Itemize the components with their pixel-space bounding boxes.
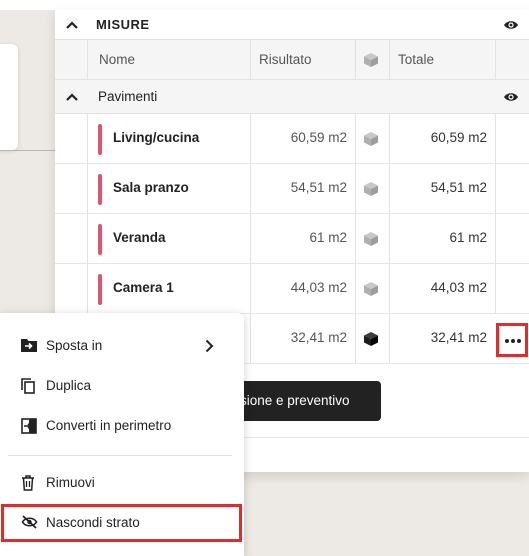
section-header-misure[interactable]: MISURE — [55, 10, 529, 40]
column-divider — [495, 114, 496, 163]
dot — [511, 339, 515, 343]
column-divider — [495, 40, 496, 79]
column-divider — [250, 314, 251, 363]
dot — [505, 339, 509, 343]
top-bar-background — [0, 0, 529, 10]
menu-item-label: Duplica — [46, 378, 92, 393]
menu-item-label: Sposta in — [46, 338, 103, 353]
menu-item-label: Rimuovi — [46, 475, 95, 490]
column-divider — [389, 40, 390, 79]
background-card — [0, 44, 18, 150]
row-total: 61 m2 — [449, 230, 487, 245]
row-name: Sala pranzo — [113, 180, 189, 195]
table-header: Nome Risultato Totale — [55, 40, 529, 80]
row-result: 60,59 m2 — [290, 130, 347, 145]
row-result: 61 m2 — [309, 230, 347, 245]
more-options-button[interactable] — [496, 323, 528, 357]
row-total: 44,03 m2 — [430, 280, 487, 295]
highlight-frame — [1, 504, 242, 542]
column-divider — [355, 314, 356, 363]
column-divider — [250, 40, 251, 79]
column-divider — [355, 114, 356, 163]
row-name: Living/cucina — [113, 130, 200, 145]
table-row[interactable]: Living/cucina 60,59 m2 60,59 m2 — [55, 114, 529, 164]
column-divider — [355, 214, 356, 263]
cube-icon[interactable] — [363, 331, 379, 347]
table-row[interactable]: Veranda 61 m2 61 m2 — [55, 214, 529, 264]
cube-icon — [364, 53, 378, 67]
column-header-totale[interactable]: Totale — [398, 52, 434, 67]
column-header-risultato[interactable]: Risultato — [259, 52, 312, 67]
menu-item-label: Converti in perimetro — [46, 418, 172, 433]
folder-move-icon — [21, 339, 37, 352]
column-divider — [250, 114, 251, 163]
column-divider — [495, 214, 496, 263]
background-divider — [0, 150, 56, 151]
row-name: Veranda — [113, 230, 166, 245]
section-title: MISURE — [96, 17, 150, 32]
column-divider — [495, 264, 496, 313]
eye-icon[interactable] — [503, 19, 519, 31]
dot — [517, 339, 521, 343]
layer-color-bar — [98, 274, 102, 305]
cube-icon[interactable] — [363, 181, 379, 197]
column-divider — [355, 40, 356, 79]
column-header-nome[interactable]: Nome — [99, 52, 135, 67]
table-row[interactable]: Camera 1 44,03 m2 44,03 m2 — [55, 264, 529, 314]
menu-divider — [8, 455, 232, 456]
menu-item-duplica[interactable]: Duplica — [0, 366, 244, 406]
action-button-label: isione e preventivo — [237, 393, 350, 408]
group-name: Pavimenti — [98, 89, 158, 104]
row-total: 32,41 m2 — [430, 330, 487, 345]
copy-icon — [21, 378, 35, 394]
convert-icon — [21, 418, 37, 434]
column-divider — [389, 164, 390, 213]
layer-color-bar — [98, 124, 102, 155]
row-result: 54,51 m2 — [290, 180, 347, 195]
layer-color-bar — [98, 174, 102, 205]
layer-color-bar — [98, 224, 102, 255]
column-divider — [87, 164, 88, 213]
column-divider — [389, 114, 390, 163]
column-divider — [87, 264, 88, 313]
cube-icon[interactable] — [363, 281, 379, 297]
column-divider — [355, 264, 356, 313]
row-name: Camera 1 — [113, 280, 174, 295]
column-divider — [389, 214, 390, 263]
menu-item-converti-in-perimetro[interactable]: Converti in perimetro — [0, 406, 244, 446]
cube-icon[interactable] — [363, 131, 379, 147]
column-divider — [87, 40, 88, 79]
column-divider — [389, 264, 390, 313]
chevron-up-icon[interactable] — [66, 93, 78, 101]
group-row-pavimenti[interactable]: Pavimenti — [55, 80, 529, 114]
column-divider — [87, 114, 88, 163]
menu-item-sposta-in[interactable]: Sposta in — [0, 326, 244, 366]
column-divider — [250, 164, 251, 213]
column-divider — [355, 164, 356, 213]
column-divider — [389, 314, 390, 363]
chevron-right-icon — [205, 339, 214, 353]
row-total: 60,59 m2 — [430, 130, 487, 145]
row-result: 32,41 m2 — [290, 330, 347, 345]
column-divider — [495, 164, 496, 213]
menu-item-rimuovi[interactable]: Rimuovi — [0, 463, 244, 503]
column-divider — [250, 264, 251, 313]
trash-icon — [22, 475, 34, 491]
row-result: 44,03 m2 — [290, 280, 347, 295]
row-total: 54,51 m2 — [430, 180, 487, 195]
column-divider — [250, 214, 251, 263]
eye-icon[interactable] — [503, 91, 519, 103]
table-row[interactable]: Sala pranzo 54,51 m2 54,51 m2 — [55, 164, 529, 214]
cube-icon[interactable] — [363, 231, 379, 247]
chevron-up-icon[interactable] — [66, 21, 78, 29]
column-divider — [87, 214, 88, 263]
